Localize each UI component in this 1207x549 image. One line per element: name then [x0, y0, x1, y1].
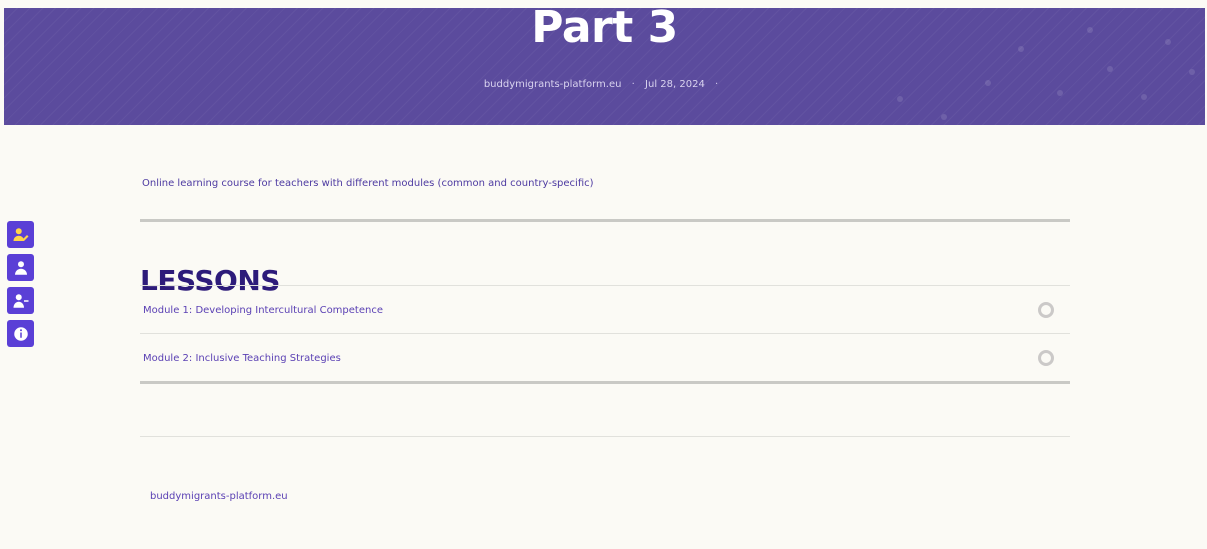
divider — [140, 436, 1070, 437]
post-meta: buddymigrants-platform.eu · Jul 28, 2024… — [4, 79, 1205, 90]
page-title: Part 3 — [531, 8, 678, 53]
incomplete-circle-icon — [1038, 302, 1054, 318]
meta-separator: · — [715, 79, 719, 90]
course-description: Online learning course for teachers with… — [142, 178, 594, 189]
info-button[interactable] — [7, 320, 34, 347]
lesson-row[interactable]: Module 2: Inclusive Teaching Strategies — [140, 334, 1070, 382]
user-edit-icon — [13, 227, 28, 241]
post-date: Jul 28, 2024 — [645, 79, 705, 90]
lesson-row[interactable]: Module 1: Developing Intercultural Compe… — [140, 286, 1070, 334]
footer-site-name[interactable]: buddymigrants-platform.eu — [150, 491, 288, 502]
user-edit-button[interactable] — [7, 221, 34, 248]
user-profile-button[interactable] — [7, 254, 34, 281]
meta-separator: · — [631, 79, 635, 90]
side-dock — [7, 221, 34, 353]
incomplete-circle-icon — [1038, 350, 1054, 366]
lesson-link[interactable]: Module 1: Developing Intercultural Compe… — [140, 305, 383, 316]
lesson-link[interactable]: Module 2: Inclusive Teaching Strategies — [140, 353, 341, 364]
user-remove-button[interactable] — [7, 287, 34, 314]
user-icon — [14, 260, 27, 275]
divider — [140, 219, 1070, 222]
user-minus-icon — [13, 293, 28, 308]
site-name[interactable]: buddymigrants-platform.eu — [484, 79, 622, 90]
hero-banner: Part 3 buddymigrants-platform.eu · Jul 2… — [4, 8, 1205, 125]
divider — [140, 381, 1070, 384]
info-icon — [13, 326, 28, 341]
